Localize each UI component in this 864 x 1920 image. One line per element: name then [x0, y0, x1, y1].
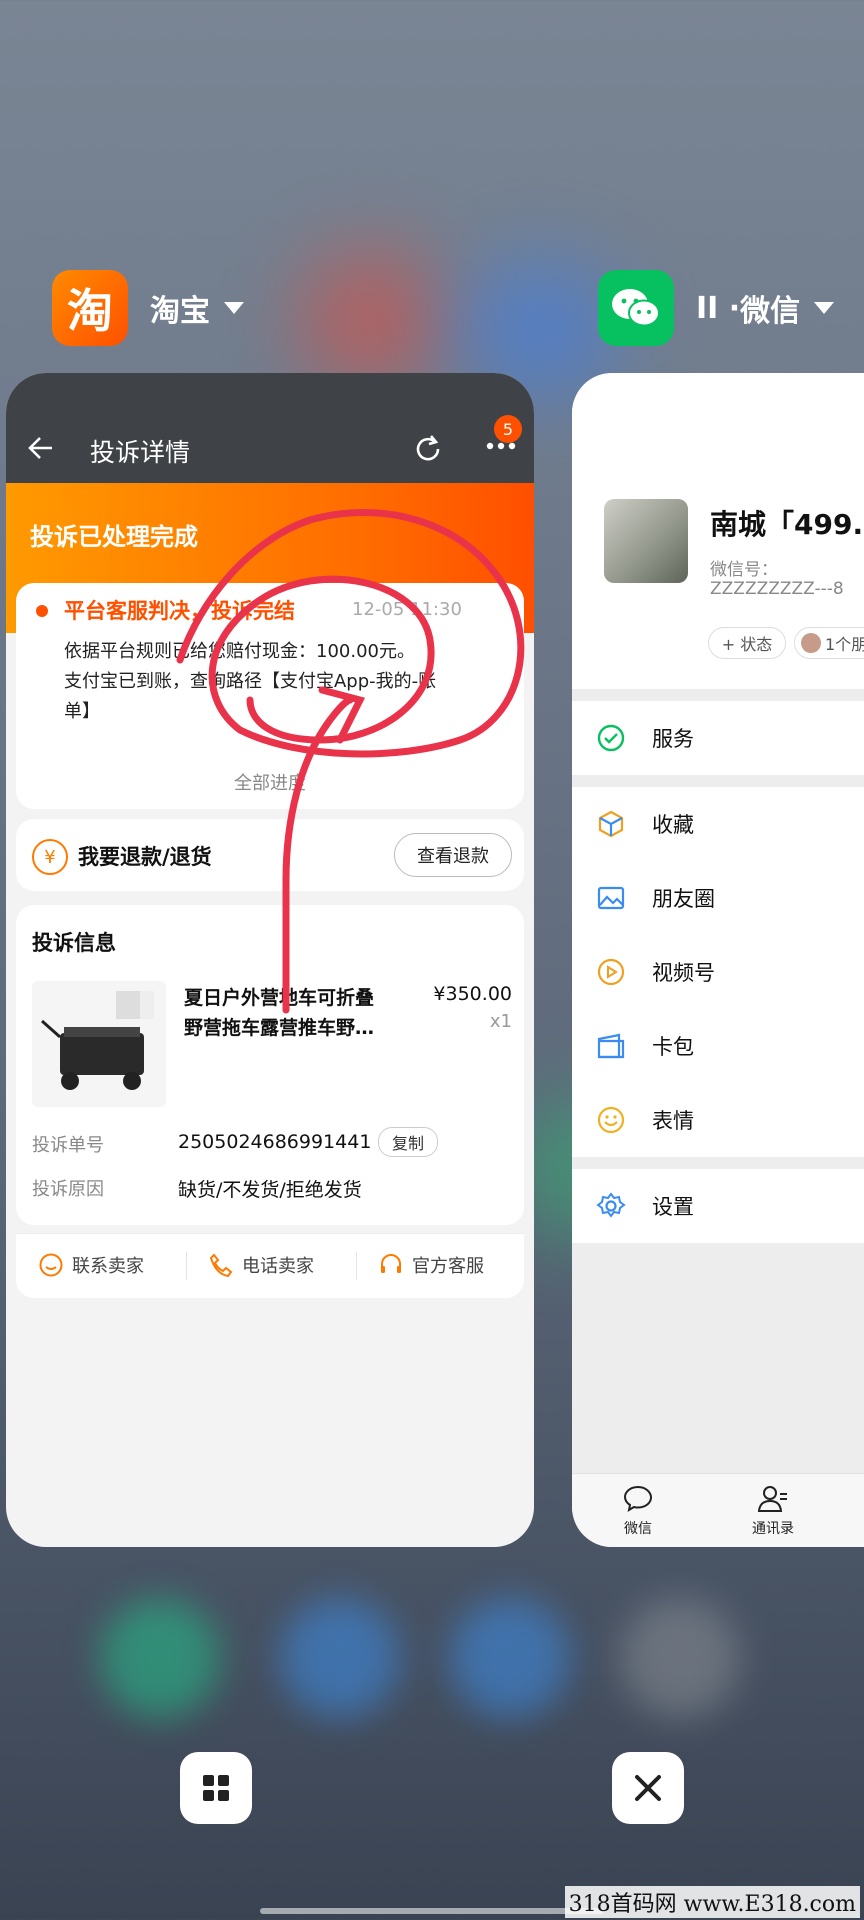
blurred-dock-icon	[620, 1598, 740, 1718]
chat-bubble-icon	[623, 1485, 653, 1513]
menu-label: 设置	[652, 1195, 694, 1219]
wechat-id-value: ZZZZZZZZZ---8	[710, 579, 844, 599]
menu-card-wallet[interactable]: 卡包	[572, 1009, 864, 1083]
friend-chip-label: 1个朋	[825, 635, 864, 654]
profile-header: 南城「499.3 微信号： ZZZZZZZZZ---8 + 状态 1个朋	[572, 373, 864, 689]
favorites-cube-icon	[598, 810, 624, 838]
menu-moments[interactable]: 朋友圈	[572, 861, 864, 935]
menu-settings[interactable]: 设置	[572, 1169, 864, 1243]
services-icon	[597, 724, 625, 752]
tab-label: 微信	[624, 1521, 652, 1537]
blurred-dock-icon	[450, 1598, 570, 1718]
tab-bar: 微信 通讯录	[572, 1473, 864, 1547]
menu-label: 朋友圈	[652, 887, 715, 911]
menu-label: 服务	[652, 727, 694, 751]
tab-contacts[interactable]: 通讯录	[738, 1484, 808, 1538]
menu-stickers[interactable]: 表情	[572, 1083, 864, 1157]
wechat-id-label: 微信号：	[710, 560, 778, 580]
menu-label: 卡包	[652, 1035, 694, 1059]
moments-photo-icon	[597, 886, 625, 910]
profile-name: 南城「499.3	[710, 508, 864, 541]
watermark-text: 318首码网 www.E318.com	[564, 1886, 860, 1918]
tab-chats[interactable]: 微信	[608, 1484, 668, 1538]
menu-channels[interactable]: 视频号	[572, 935, 864, 1009]
avatar[interactable]	[604, 499, 688, 583]
add-status-button[interactable]: + 状态	[708, 627, 786, 659]
menu-favorites[interactable]: 收藏	[572, 787, 864, 861]
grid-view-button[interactable]	[180, 1752, 252, 1824]
clear-all-button[interactable]	[612, 1752, 684, 1824]
tab-label: 通讯录	[752, 1521, 794, 1537]
gear-icon	[596, 1192, 626, 1218]
menu-services[interactable]: 服务	[572, 701, 864, 775]
menu-label: 收藏	[652, 813, 694, 837]
channels-play-icon	[597, 958, 625, 986]
wallet-card-icon	[597, 1033, 625, 1059]
menu-label: 视频号	[652, 961, 715, 985]
sticker-smile-icon	[597, 1106, 625, 1134]
home-indicator[interactable]	[260, 1908, 604, 1914]
menu-label: 表情	[652, 1109, 694, 1133]
blurred-dock-icon	[280, 1598, 400, 1718]
contacts-icon	[757, 1486, 787, 1512]
grid-icon	[203, 1775, 229, 1801]
close-icon	[635, 1775, 661, 1801]
friends-status-chip[interactable]: 1个朋	[794, 627, 864, 659]
blurred-dock-icon	[100, 1598, 220, 1718]
wechat-recent-card[interactable]: 南城「499.3 微信号： ZZZZZZZZZ---8 + 状态 1个朋 服务 …	[572, 373, 864, 1547]
friend-avatar	[801, 633, 821, 653]
